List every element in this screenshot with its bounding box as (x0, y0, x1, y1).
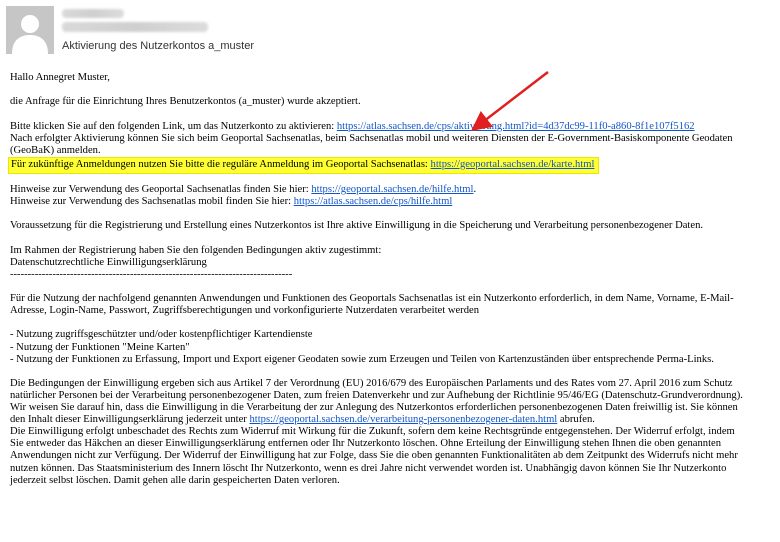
revoke-text-2: Sie entweder das Häkchen an dieser Einwi… (10, 438, 722, 450)
geoportal-help-link[interactable]: https://geoportal.sachsen.de/hilfe.html (311, 184, 473, 195)
hint-mobil-line: Hinweise zur Verwendung des Sachsenatlas… (10, 196, 775, 208)
sender-avatar-icon (6, 6, 54, 54)
legal-text-3: Wir weisen Sie darauf hin, dass die Einw… (10, 402, 738, 414)
sender-name-redacted (62, 22, 208, 32)
revoke-text-5: jederzeit selbst löschen. Damit gehen al… (10, 474, 340, 486)
legal-text-2: natürlicher Personen bei der Verarbeitun… (10, 390, 743, 401)
prerequisite-text: Voraussetzung für die Registrierung und … (10, 220, 704, 232)
consent-title: Datenschutzrechtliche Einwilligungserklä… (10, 256, 207, 268)
hint-geoportal-suffix: . (473, 183, 477, 195)
hint-geoportal-text: Hinweise zur Verwendung des Geoportal Sa… (10, 183, 312, 195)
after-activation-text-2: (GeoBaK) anmelden. (10, 144, 101, 156)
conditions-intro: Im Rahmen der Registrierung haben Sie de… (10, 244, 382, 256)
hint-geoportal-line: Hinweise zur Verwendung des Geoportal Sa… (10, 184, 775, 196)
list-item-meine-karten: - Nutzung der Funktionen "Meine Karten" (10, 341, 190, 353)
legal-line-4: den Inhalt dieser Einwilligungserklärung… (10, 414, 775, 426)
legal-text-1: Die Bedingungen der Einwilligung ergeben… (10, 377, 733, 389)
legal-text-4: den Inhalt dieser Einwilligungserklärung… (10, 414, 250, 426)
hint-mobil-text: Hinweise zur Verwendung des Sachsenatlas… (10, 196, 294, 208)
usage-text-1: Für die Nutzung der nachfolgend genannte… (10, 293, 734, 305)
future-login-text: Für zukünftige Anmeldungen nutzen Sie bi… (11, 158, 431, 170)
request-accepted-text: die Anfrage für die Einrichtung Ihres Be… (10, 96, 361, 108)
geoportal-karte-link[interactable]: https://geoportal.sachsen.de/karte.html (431, 159, 595, 170)
greeting: Hallo Annegret Muster, (10, 72, 110, 83)
email-header: Aktivierung des Nutzerkontos a_muster (0, 0, 780, 60)
sender-date-redacted (62, 9, 124, 18)
revoke-text-4: nutzen können. Das Staatsministerium des… (10, 462, 727, 474)
activation-link[interactable]: https://atlas.sachsen.de/cps/aktivierung… (337, 121, 695, 132)
email-subject: Aktivierung des Nutzerkontos a_muster (62, 40, 254, 52)
separator-line: ----------------------------------------… (10, 268, 293, 280)
revoke-text-3: Anwendungen nicht zur Verfügung. Der Wid… (10, 450, 738, 462)
list-item-geodaten: - Nutzung der Funktionen zu Erfassung, I… (10, 353, 714, 365)
highlight-box: Für zukünftige Anmeldungen nutzen Sie bi… (8, 156, 600, 174)
after-activation-text-1: Nach erfolgter Aktivierung können Sie si… (10, 132, 733, 144)
revoke-text-1: Die Einwilligung erfolgt unbeschadet des… (10, 426, 735, 438)
activation-text: Bitte klicken Sie auf den folgenden Link… (10, 120, 337, 132)
usage-text-2: Adresse, Login-Name, Passwort, Zugriffsb… (10, 305, 480, 317)
activation-line: Bitte klicken Sie auf den folgenden Link… (10, 121, 775, 133)
data-processing-link[interactable]: https://geoportal.sachsen.de/verarbeitun… (249, 414, 557, 425)
legal-text-4-suffix: abrufen. (557, 414, 595, 426)
future-login-line: Für zukünftige Anmeldungen nutzen Sie bi… (8, 156, 775, 174)
email-body: Hallo Annegret Muster, die Anfrage für d… (8, 72, 775, 487)
atlas-help-link[interactable]: https://atlas.sachsen.de/cps/hilfe.html (294, 196, 453, 207)
list-item-kartendienste: - Nutzung zugriffsgeschützter und/oder k… (10, 329, 313, 341)
